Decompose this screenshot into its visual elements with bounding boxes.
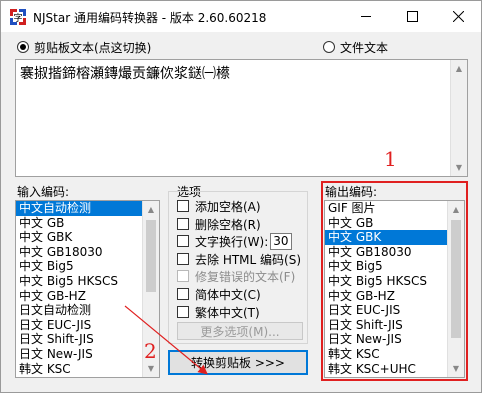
annotation-arrow — [124, 305, 208, 375]
app-window: 字 NJStar 通用编码转换器 - 版本 2.60.60218 剪贴板文本(点… — [0, 0, 482, 393]
